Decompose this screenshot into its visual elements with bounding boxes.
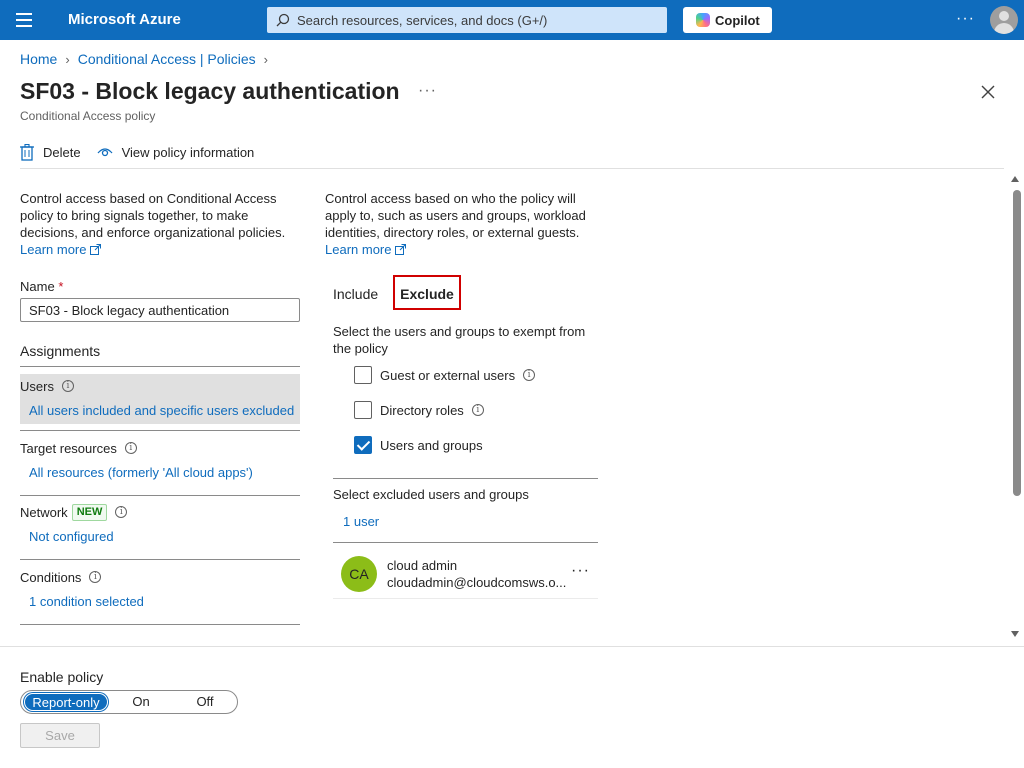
hamburger-icon[interactable] <box>16 13 32 27</box>
users-description: Control access based on who the policy w… <box>325 190 595 258</box>
page-title: SF03 - Block legacy authentication <box>20 78 400 104</box>
enable-policy-label: Enable policy <box>20 669 104 685</box>
conditions-value-link[interactable]: 1 condition selected <box>29 594 300 609</box>
eye-icon <box>97 148 113 157</box>
on-option[interactable]: On <box>117 693 165 711</box>
external-link-icon <box>395 244 407 255</box>
learn-more-link[interactable]: Learn more <box>325 242 407 257</box>
network-label: Network NEW i <box>20 503 300 521</box>
exclude-description: Select the users and groups to exempt fr… <box>333 324 586 356</box>
users-value-link[interactable]: All users included and specific users ex… <box>29 403 300 418</box>
divider <box>20 624 300 625</box>
divider <box>333 478 598 479</box>
info-icon[interactable]: i <box>89 571 102 583</box>
users-and-groups-option[interactable]: Users and groups <box>354 436 483 454</box>
selected-count-link[interactable]: 1 user <box>343 514 379 529</box>
info-icon[interactable]: i <box>523 369 536 381</box>
policy-name-input[interactable] <box>20 298 300 322</box>
info-icon[interactable]: i <box>61 380 74 392</box>
users-and-groups-label: Users and groups <box>380 437 483 453</box>
divider <box>20 366 300 367</box>
ellipsis-icon[interactable]: ··· <box>956 10 975 28</box>
policy-description: Control access based on Conditional Acce… <box>20 190 300 258</box>
scrollbar-thumb[interactable] <box>1013 190 1021 496</box>
avatar: CA <box>341 556 377 592</box>
divider <box>20 495 300 496</box>
network-section[interactable]: Network NEW i Not configured <box>20 503 300 544</box>
scroll-up-arrow-icon[interactable] <box>1011 176 1019 182</box>
name-label: Name * <box>20 279 64 294</box>
target-resources-label: Target resources i <box>20 439 300 457</box>
assignments-heading: Assignments <box>20 343 101 359</box>
conditions-label: Conditions i <box>20 568 300 586</box>
network-value-link[interactable]: Not configured <box>29 529 300 544</box>
view-policy-info-label: View policy information <box>121 144 255 160</box>
copilot-label: Copilot <box>715 13 760 28</box>
tab-exclude[interactable]: Exclude <box>393 275 461 310</box>
user-email: cloudadmin@cloudcomsws.o... <box>387 575 567 590</box>
guest-external-users-label: Guest or external users <box>380 367 516 383</box>
enable-policy-toggle: Report-only On Off <box>20 690 238 714</box>
more-options-icon[interactable]: ··· <box>418 82 437 100</box>
close-icon[interactable] <box>978 82 998 102</box>
target-resources-section[interactable]: Target resources i All resources (formerl… <box>20 439 300 481</box>
page-subtitle: Conditional Access policy <box>20 109 156 123</box>
save-button[interactable]: Save <box>20 723 100 748</box>
copilot-button[interactable]: Copilot <box>683 7 772 33</box>
off-option[interactable]: Off <box>181 693 229 711</box>
report-only-option[interactable]: Report-only <box>24 693 108 711</box>
policy-description-text: Control access based on Conditional Acce… <box>20 191 286 240</box>
ellipsis-icon[interactable]: ··· <box>571 562 590 580</box>
users-label: Users i <box>20 377 300 395</box>
divider <box>0 646 1024 647</box>
delete-button[interactable]: Delete <box>20 143 81 161</box>
learn-more-link[interactable]: Learn more <box>20 242 102 257</box>
trash-icon <box>20 143 34 161</box>
divider <box>333 542 598 543</box>
info-icon[interactable]: i <box>115 506 128 518</box>
directory-roles-label: Directory roles <box>380 402 464 418</box>
scroll-down-arrow-icon[interactable] <box>1011 631 1019 637</box>
new-badge: NEW <box>71 503 108 521</box>
search-placeholder: Search resources, services, and docs (G+… <box>297 13 548 28</box>
guest-external-users-checkbox[interactable] <box>354 366 372 384</box>
breadcrumb-home[interactable]: Home <box>20 51 57 67</box>
search-input[interactable]: Search resources, services, and docs (G+… <box>267 7 667 33</box>
top-bar: Microsoft Azure Search resources, servic… <box>0 0 1024 40</box>
divider <box>20 430 300 431</box>
users-and-groups-checkbox[interactable] <box>354 436 372 454</box>
user-name: cloud admin <box>387 558 458 573</box>
delete-label: Delete <box>43 144 81 160</box>
copilot-icon <box>696 13 710 27</box>
user-avatar-icon[interactable] <box>990 6 1018 34</box>
info-icon[interactable]: i <box>124 442 137 454</box>
tab-include[interactable]: Include <box>333 286 378 302</box>
target-resources-value-link[interactable]: All resources (formerly 'All cloud apps'… <box>29 465 300 480</box>
search-icon <box>276 13 290 27</box>
directory-roles-checkbox[interactable] <box>354 401 372 419</box>
users-description-text: Control access based on who the policy w… <box>325 191 586 240</box>
directory-roles-option[interactable]: Directory roles i <box>354 401 484 419</box>
conditions-section[interactable]: Conditions i 1 condition selected <box>20 568 300 610</box>
breadcrumb-policies[interactable]: Conditional Access | Policies <box>78 51 256 67</box>
divider <box>20 559 300 560</box>
select-excluded-label: Select excluded users and groups <box>333 487 529 502</box>
view-policy-info-button[interactable]: View policy information <box>97 144 255 160</box>
users-section[interactable]: Users i All users included and specific u… <box>20 374 300 424</box>
info-icon[interactable]: i <box>471 404 484 416</box>
divider <box>20 168 1004 169</box>
list-item: CA cloud admin cloudadmin@cloudcomsws.o.… <box>333 548 598 599</box>
command-bar: Delete View policy information <box>20 142 270 162</box>
chevron-right-icon: › <box>65 51 70 67</box>
brand-title[interactable]: Microsoft Azure <box>68 11 181 28</box>
external-link-icon <box>90 244 102 255</box>
guest-external-users-option[interactable]: Guest or external users i <box>354 366 536 384</box>
chevron-right-icon: › <box>263 51 268 67</box>
breadcrumb: Home › Conditional Access | Policies › <box>20 51 276 67</box>
